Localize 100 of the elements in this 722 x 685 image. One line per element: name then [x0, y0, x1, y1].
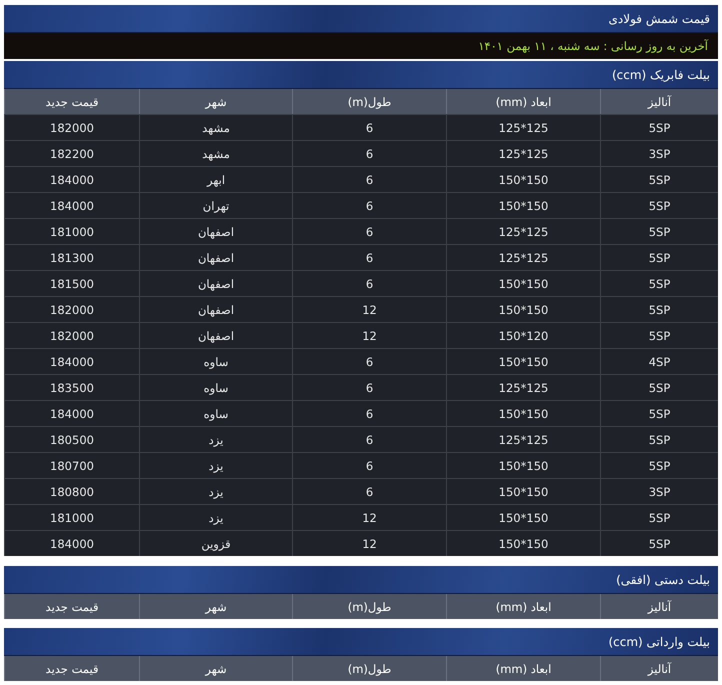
table-cell: 150*120 [446, 322, 600, 348]
table-cell: 184000 [4, 192, 139, 218]
table-cell: 150*150 [446, 452, 600, 478]
table-cell: اصفهان [139, 270, 292, 296]
table-cell: 150*150 [446, 400, 600, 426]
table-cell: 5SP [600, 114, 718, 140]
table-cell: اصفهان [139, 296, 292, 322]
table-cell: 150*150 [446, 478, 600, 504]
table-cell: 6 [292, 244, 446, 270]
table-cell: 150*150 [446, 270, 600, 296]
table-cell: 182000 [4, 322, 139, 348]
table-cell: اصفهان [139, 322, 292, 348]
table-cell: 5SP [600, 374, 718, 400]
column-header: قیمت جدید [4, 89, 139, 114]
column-header: طول(m) [292, 594, 446, 619]
table-cell: 6 [292, 140, 446, 166]
table-cell: مشهد [139, 140, 292, 166]
table-cell: یزد [139, 478, 292, 504]
table-cell: 125*125 [446, 114, 600, 140]
table-cell: 5SP [600, 296, 718, 322]
table-cell: 12 [292, 296, 446, 322]
table-cell: 6 [292, 114, 446, 140]
column-header: آنالیز [600, 656, 718, 681]
table-cell: 150*150 [446, 296, 600, 322]
column-header: شهر [139, 656, 292, 681]
column-header: قیمت جدید [4, 594, 139, 619]
column-header: ابعاد (mm) [446, 89, 600, 114]
table-cell: یزد [139, 426, 292, 452]
table-cell: 5SP [600, 244, 718, 270]
table-cell: 184000 [4, 530, 139, 556]
table-cell: ساوه [139, 400, 292, 426]
update-note: آخرین به روز رسانی : سه شنبه ، ۱۱ بهمن ۱۴۰۱ [478, 39, 708, 53]
table-cell: 5SP [600, 192, 718, 218]
section-title: بیلت دستی (افقی) [616, 572, 710, 586]
table-cell: اصفهان [139, 244, 292, 270]
table-cell: 183500 [4, 374, 139, 400]
table-cell: 5SP [600, 218, 718, 244]
table-cell: 181000 [4, 218, 139, 244]
table-cell: 5SP [600, 426, 718, 452]
table-cell: ساوه [139, 374, 292, 400]
table-cell: یزد [139, 504, 292, 530]
table-cell: 182000 [4, 114, 139, 140]
table-cell: 12 [292, 530, 446, 556]
table-cell: 150*150 [446, 530, 600, 556]
table-cell: 6 [292, 452, 446, 478]
column-header: ابعاد (mm) [446, 594, 600, 619]
table-cell: 6 [292, 374, 446, 400]
table-cell: 150*150 [446, 166, 600, 192]
table-cell: 150*150 [446, 348, 600, 374]
table-cell: 6 [292, 400, 446, 426]
table-cell: 6 [292, 218, 446, 244]
table-cell: یزد [139, 452, 292, 478]
table-cell: 12 [292, 322, 446, 348]
table-cell: 5SP [600, 400, 718, 426]
table-cell: 184000 [4, 348, 139, 374]
table-cell: 6 [292, 348, 446, 374]
table-cell: اصفهان [139, 218, 292, 244]
section-title: بیلت وارداتی (ccm) [608, 634, 710, 648]
table-cell: 5SP [600, 452, 718, 478]
table-cell: 6 [292, 270, 446, 296]
table-cell: 180700 [4, 452, 139, 478]
table-cell: 5SP [600, 530, 718, 556]
table-cell: 4SP [600, 348, 718, 374]
column-header: شهر [139, 89, 292, 114]
section-title: بیلت فابریک (ccm) [612, 68, 710, 82]
table-cell: مشهد [139, 114, 292, 140]
column-header: ابعاد (mm) [446, 656, 600, 681]
table-cell: 12 [292, 504, 446, 530]
table-cell: 181500 [4, 270, 139, 296]
table-cell: 150*150 [446, 504, 600, 530]
table-cell: 180500 [4, 426, 139, 452]
table-cell: 181300 [4, 244, 139, 270]
column-header: قیمت جدید [4, 656, 139, 681]
table-cell: 182200 [4, 140, 139, 166]
table-cell: تهران [139, 192, 292, 218]
table-cell: 184000 [4, 166, 139, 192]
table-cell: 125*125 [446, 426, 600, 452]
table-cell: 5SP [600, 166, 718, 192]
table-cell: قزوین [139, 530, 292, 556]
table-cell: 125*125 [446, 218, 600, 244]
table-cell: ابهر [139, 166, 292, 192]
table-cell: 125*125 [446, 244, 600, 270]
table-cell: 180800 [4, 478, 139, 504]
table-cell: 5SP [600, 504, 718, 530]
table-cell: 3SP [600, 140, 718, 166]
page-title: قیمت شمش فولادی [608, 12, 710, 26]
table-cell: 5SP [600, 322, 718, 348]
table-cell: 5SP [600, 270, 718, 296]
table-cell: 150*150 [446, 192, 600, 218]
table-cell: 6 [292, 478, 446, 504]
table-cell: 125*125 [446, 140, 600, 166]
table-cell: 6 [292, 166, 446, 192]
table-cell: 6 [292, 192, 446, 218]
table-cell: 182000 [4, 296, 139, 322]
table-cell: 184000 [4, 400, 139, 426]
column-header: طول(m) [292, 656, 446, 681]
column-header: آنالیز [600, 594, 718, 619]
table-cell: ساوه [139, 348, 292, 374]
column-header: شهر [139, 594, 292, 619]
table-cell: 125*125 [446, 374, 600, 400]
